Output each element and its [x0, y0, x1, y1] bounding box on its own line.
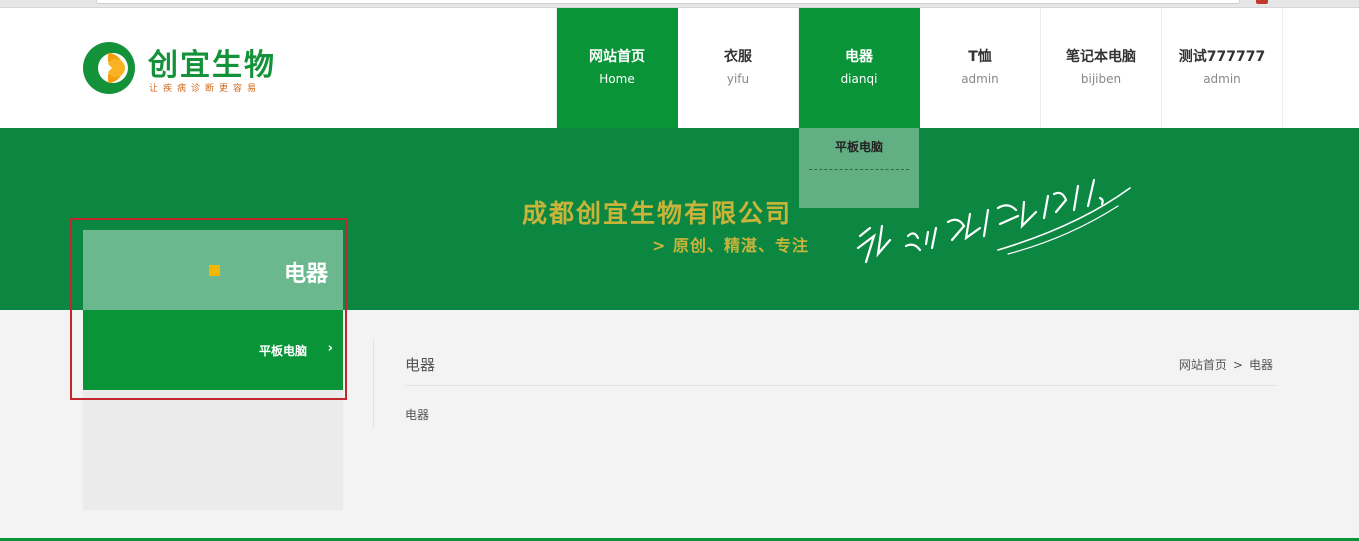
- nav-item-yifu[interactable]: 衣服 yifu: [678, 8, 799, 128]
- nav-item-sub: admin: [1203, 72, 1241, 86]
- browser-chrome: [0, 0, 1359, 8]
- nav-item-dianqi[interactable]: 电器 dianqi: [799, 8, 920, 128]
- banner-title: 成都创宜生物有限公司: [522, 199, 793, 228]
- nav-item-test[interactable]: 测试777777 admin: [1162, 8, 1283, 128]
- nav-item-title: 笔记本电脑: [1066, 49, 1136, 65]
- nav-item-title: 衣服: [724, 49, 752, 65]
- banner-subtitle: > 原创、精湛、专注: [652, 236, 809, 255]
- site-logo[interactable]: 创宜生物 让疾病诊断更容易: [82, 40, 292, 102]
- highlight-frame: [70, 218, 347, 400]
- sidebar-background: [83, 390, 343, 510]
- nav-dropdown: 平板电脑: [799, 128, 919, 208]
- nav-item-title: 测试777777: [1178, 49, 1266, 65]
- breadcrumb: 网站首页 > 电器: [1179, 356, 1273, 373]
- nav-item-title: 网站首页: [589, 49, 645, 65]
- nav-item-bijiben[interactable]: 笔记本电脑 bijiben: [1041, 8, 1162, 128]
- nav-item-sub: Home: [599, 72, 635, 86]
- logo-name: 创宜生物: [148, 48, 276, 83]
- nav-item-title: T恤: [968, 49, 992, 65]
- title-underline: [405, 385, 1277, 386]
- breadcrumb-home-link[interactable]: 网站首页: [1179, 358, 1227, 372]
- logo-slogan: 让疾病诊断更容易: [149, 84, 262, 94]
- main-nav: 网站首页 Home 衣服 yifu 电器 dianqi T恤 admin 笔记本…: [556, 8, 1283, 128]
- browser-extension-icon[interactable]: [1256, 0, 1268, 4]
- nav-item-sub: yifu: [726, 72, 750, 86]
- content-body: 电器: [405, 408, 430, 422]
- nav-item-sub: admin: [961, 72, 999, 86]
- dropdown-item-pingban[interactable]: 平板电脑: [809, 128, 909, 170]
- nav-item-home[interactable]: 网站首页 Home: [557, 8, 678, 128]
- site-header: 创宜生物 让疾病诊断更容易 网站首页 Home 衣服 yifu 电器 dianq…: [0, 8, 1359, 128]
- breadcrumb-separator: >: [1232, 358, 1243, 372]
- address-bar[interactable]: [96, 0, 1240, 4]
- nav-item-txu[interactable]: T恤 admin: [920, 8, 1041, 128]
- nav-item-sub: bijiben: [1080, 72, 1122, 86]
- nav-item-sub: dianqi: [840, 72, 878, 86]
- page-title: 电器: [405, 356, 436, 374]
- breadcrumb-current-link[interactable]: 电器: [1249, 358, 1273, 372]
- content-divider: [373, 338, 374, 428]
- nav-item-title: 电器: [845, 49, 873, 65]
- logo-mark-icon: [83, 42, 135, 94]
